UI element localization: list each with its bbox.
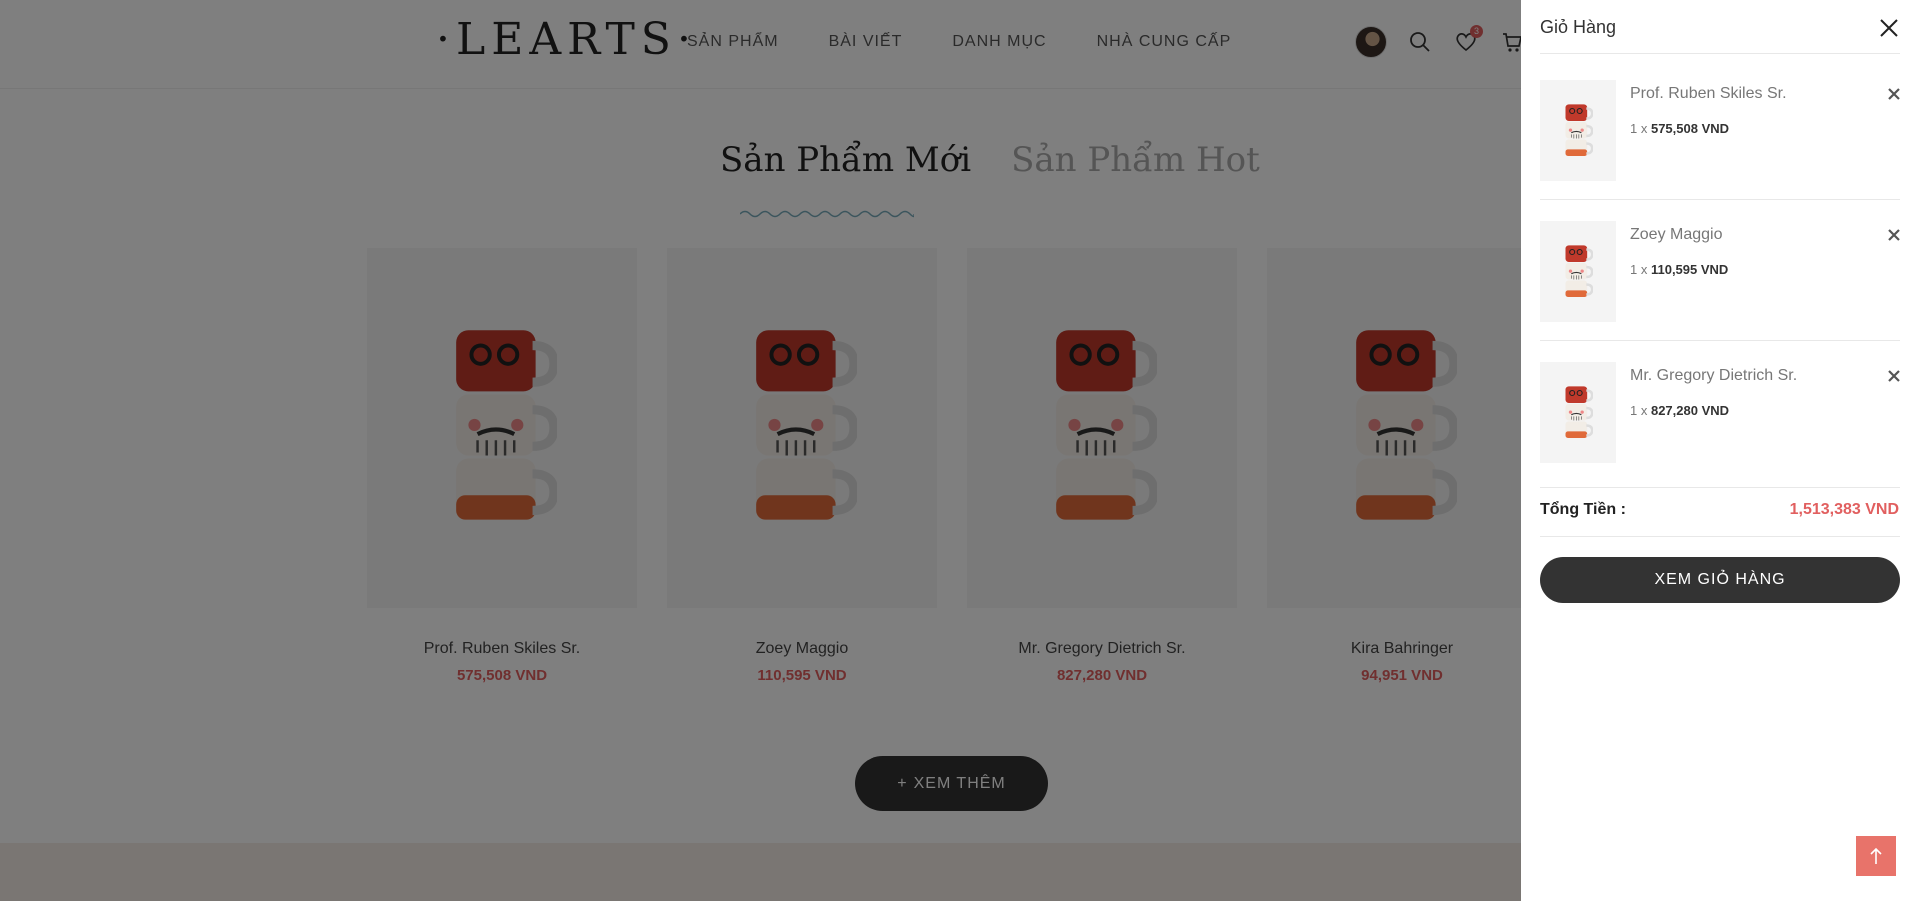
remove-item-icon[interactable] [1887,87,1901,101]
cart-item: Zoey Maggio 1 x 110,595 VND [1540,221,1900,323]
cart-item-quantity: 1 x [1630,262,1648,277]
cart-item-name[interactable]: Zoey Maggio [1630,226,1723,244]
cart-item-thumbnail[interactable] [1540,362,1616,463]
divider [1540,199,1900,200]
divider [1540,53,1900,54]
cart-item-thumbnail[interactable] [1540,80,1616,181]
cart-item-price: 575,508 VND [1650,121,1730,136]
arrow-up-icon [1870,847,1882,864]
view-cart-button[interactable]: XEM GIỎ HÀNG [1540,557,1900,603]
cart-title: Giỏ Hàng [1540,17,1617,37]
cart-item: Mr. Gregory Dietrich Sr. 1 x 827,280 VND [1540,362,1900,464]
remove-item-icon[interactable] [1887,228,1901,242]
cart-item-qty: 1 x 575,508 VND [1630,121,1729,136]
cart-item-qty: 1 x 827,280 VND [1630,403,1729,418]
scroll-to-top-button[interactable] [1856,836,1896,876]
cart-total-value: 1,513,383 VND [1789,501,1899,518]
close-icon[interactable] [1878,17,1900,39]
cart-item-quantity: 1 x [1630,403,1648,418]
cart-item-name[interactable]: Mr. Gregory Dietrich Sr. [1630,367,1797,385]
divider [1540,536,1900,537]
cart-item-quantity: 1 x [1630,121,1648,136]
cart-item-qty: 1 x 110,595 VND [1630,262,1728,277]
cart-item-thumbnail[interactable] [1540,221,1616,322]
divider [1540,340,1900,341]
cart-item-price: 110,595 VND [1650,262,1729,277]
cart-drawer: Giỏ Hàng Prof. Ruben Skiles Sr. 1 x 575,… [1521,0,1920,901]
cart-item-price: 827,280 VND [1650,403,1730,418]
remove-item-icon[interactable] [1887,369,1901,383]
cart-item: Prof. Ruben Skiles Sr. 1 x 575,508 VND [1540,80,1900,182]
cart-item-name[interactable]: Prof. Ruben Skiles Sr. [1630,85,1787,103]
divider [1540,487,1900,488]
